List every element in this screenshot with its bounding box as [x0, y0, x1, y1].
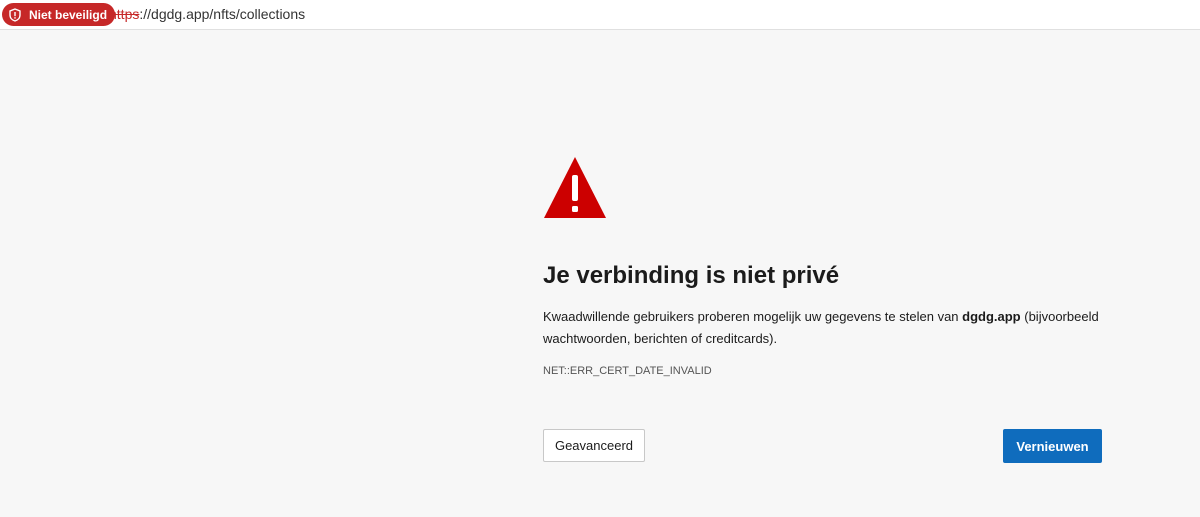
advanced-button[interactable]: Geavanceerd — [543, 429, 645, 462]
url-scheme: https — [109, 6, 140, 22]
page-title: Je verbinding is niet privé — [543, 262, 840, 289]
domain-name: dgdg.app — [962, 309, 1021, 324]
error-page: Je verbinding is niet privé Kwaadwillend… — [0, 30, 1200, 517]
reload-button[interactable]: Vernieuwen — [1003, 429, 1102, 463]
url-field[interactable]: https://dgdg.app/nfts/collections — [109, 6, 305, 22]
error-description: Kwaadwillende gebruikers proberen mogeli… — [543, 306, 1108, 350]
address-bar: Niet beveiligd https://dgdg.app/nfts/col… — [0, 0, 1200, 30]
error-code: NET::ERR_CERT_DATE_INVALID — [543, 365, 712, 377]
not-secure-badge[interactable]: Niet beveiligd — [2, 3, 116, 26]
security-label: Niet beveiligd — [29, 7, 108, 22]
shield-icon — [8, 7, 22, 22]
warning-triangle-icon — [544, 157, 606, 218]
description-text-start: Kwaadwillende gebruikers proberen mogeli… — [543, 309, 963, 324]
url-path: ://dgdg.app/nfts/collections — [139, 6, 306, 22]
